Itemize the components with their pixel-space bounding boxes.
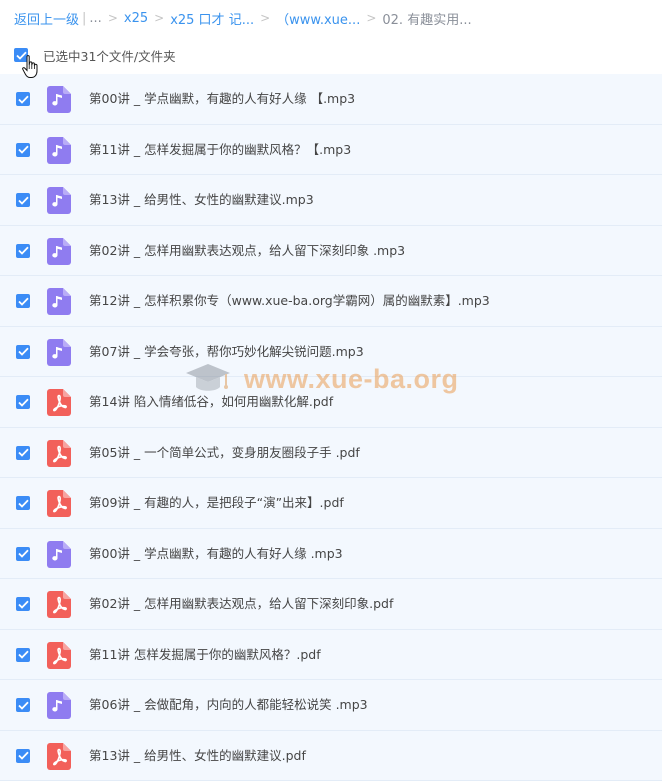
file-type-icon: [47, 389, 71, 416]
file-checkbox[interactable]: [16, 92, 30, 106]
breadcrumb-separator: >: [154, 11, 164, 25]
file-type-icon: [47, 86, 71, 113]
breadcrumb-separator: >: [366, 11, 376, 25]
pdf-file-icon: [47, 389, 71, 416]
file-name[interactable]: 第02讲 _ 怎样用幽默表达观点，给人留下深刻印象.pdf: [89, 595, 393, 613]
file-row[interactable]: 第09讲 _ 有趣的人，是把段子“演”出来】.pdf: [0, 478, 662, 529]
breadcrumb-item[interactable]: （www.xue...: [276, 9, 360, 28]
check-icon: [18, 297, 29, 306]
check-icon: [18, 196, 29, 205]
file-row[interactable]: 第12讲 _ 怎样积累你专（www.xue-ba.org学霸网）属的幽默素】.m…: [0, 276, 662, 327]
check-icon: [18, 600, 29, 609]
file-row[interactable]: 第00讲 _ 学点幽默，有趣的人有好人缘 .mp3: [0, 529, 662, 580]
pdf-file-icon: [47, 591, 71, 618]
pdf-file-icon: [47, 642, 71, 669]
file-name[interactable]: 第02讲 _ 怎样用幽默表达观点，给人留下深刻印象 .mp3: [89, 242, 405, 260]
file-type-icon: [47, 490, 71, 517]
file-type-icon: [47, 541, 71, 568]
file-checkbox[interactable]: [16, 698, 30, 712]
file-row[interactable]: 第07讲 _ 学会夸张，帮你巧妙化解尖锐问题.mp3: [0, 327, 662, 378]
file-checkbox[interactable]: [16, 749, 30, 763]
pdf-file-icon: [47, 440, 71, 467]
file-type-icon: [47, 288, 71, 315]
check-icon: [18, 448, 29, 457]
file-type-icon: [47, 692, 71, 719]
breadcrumb-ellipsis[interactable]: ...: [89, 11, 101, 26]
file-checkbox[interactable]: [16, 496, 30, 510]
check-icon: [18, 650, 29, 659]
file-type-icon: [47, 339, 71, 366]
audio-file-icon: [47, 187, 71, 214]
file-name[interactable]: 第07讲 _ 学会夸张，帮你巧妙化解尖锐问题.mp3: [89, 343, 364, 361]
file-name[interactable]: 第09讲 _ 有趣的人，是把段子“演”出来】.pdf: [89, 494, 344, 512]
breadcrumb-current: 02. 有趣实用...: [382, 9, 471, 28]
file-name[interactable]: 第11讲 怎样发掘属于你的幽默风格？.pdf: [89, 646, 321, 664]
file-row[interactable]: 第13讲 _ 给男性、女性的幽默建议.mp3: [0, 175, 662, 226]
audio-file-icon: [47, 86, 71, 113]
breadcrumb: 返回上一级 | ... > x25 > x25 口才 记... > （www.x…: [14, 9, 472, 27]
breadcrumb-divider: |: [82, 11, 86, 26]
file-row[interactable]: 第11讲 怎样发掘属于你的幽默风格？.pdf: [0, 630, 662, 681]
file-name[interactable]: 第05讲 _ 一个简单公式，变身朋友圈段子手 .pdf: [89, 444, 360, 462]
audio-file-icon: [47, 541, 71, 568]
file-name[interactable]: 第13讲 _ 给男性、女性的幽默建议.pdf: [89, 747, 306, 765]
file-checkbox[interactable]: [16, 446, 30, 460]
file-checkbox[interactable]: [16, 597, 30, 611]
file-row[interactable]: 第13讲 _ 给男性、女性的幽默建议.pdf: [0, 731, 662, 781]
file-name[interactable]: 第14讲 陷入情绪低谷，如何用幽默化解.pdf: [89, 393, 333, 411]
pdf-file-icon: [47, 490, 71, 517]
breadcrumb-separator: >: [108, 11, 118, 25]
file-type-icon: [47, 187, 71, 214]
check-icon: [18, 549, 29, 558]
file-checkbox[interactable]: [16, 193, 30, 207]
file-name[interactable]: 第00讲 _ 学点幽默，有趣的人有好人缘 .mp3: [89, 545, 343, 563]
check-icon: [18, 701, 29, 710]
file-row[interactable]: 第11讲 _ 怎样发掘属于你的幽默风格？【.mp3: [0, 125, 662, 176]
file-checkbox[interactable]: [16, 547, 30, 561]
audio-file-icon: [47, 137, 71, 164]
file-checkbox[interactable]: [16, 294, 30, 308]
audio-file-icon: [47, 288, 71, 315]
file-row[interactable]: 第06讲 _ 会做配角，内向的人都能轻松说笑 .mp3: [0, 680, 662, 731]
hand-cursor-icon: [21, 54, 41, 80]
check-icon: [18, 398, 29, 407]
file-checkbox[interactable]: [16, 648, 30, 662]
audio-file-icon: [47, 339, 71, 366]
file-type-icon: [47, 642, 71, 669]
file-checkbox[interactable]: [16, 143, 30, 157]
back-link[interactable]: 返回上一级: [14, 9, 79, 28]
breadcrumb-item[interactable]: x25: [124, 11, 148, 26]
file-row[interactable]: 第05讲 _ 一个简单公式，变身朋友圈段子手 .pdf: [0, 428, 662, 479]
file-name[interactable]: 第13讲 _ 给男性、女性的幽默建议.mp3: [89, 191, 314, 209]
file-type-icon: [47, 591, 71, 618]
check-icon: [18, 499, 29, 508]
check-icon: [18, 347, 29, 356]
pdf-file-icon: [47, 743, 71, 770]
check-icon: [18, 751, 29, 760]
file-row[interactable]: 第00讲 _ 学点幽默，有趣的人有好人缘 【.mp3: [0, 74, 662, 125]
audio-file-icon: [47, 692, 71, 719]
breadcrumb-item[interactable]: x25 口才 记...: [170, 9, 254, 28]
file-type-icon: [47, 440, 71, 467]
file-type-icon: [47, 137, 71, 164]
file-name[interactable]: 第11讲 _ 怎样发掘属于你的幽默风格？【.mp3: [89, 141, 351, 159]
check-icon: [18, 95, 29, 104]
file-row[interactable]: 第02讲 _ 怎样用幽默表达观点，给人留下深刻印象 .mp3: [0, 226, 662, 277]
file-checkbox[interactable]: [16, 244, 30, 258]
breadcrumb-separator: >: [260, 11, 270, 25]
file-list: 第00讲 _ 学点幽默，有趣的人有好人缘 【.mp3 第11讲 _ 怎样发掘属于…: [0, 74, 662, 781]
file-name[interactable]: 第12讲 _ 怎样积累你专（www.xue-ba.org学霸网）属的幽默素】.m…: [89, 292, 490, 310]
file-name[interactable]: 第06讲 _ 会做配角，内向的人都能轻松说笑 .mp3: [89, 696, 368, 714]
file-type-icon: [47, 743, 71, 770]
file-checkbox[interactable]: [16, 395, 30, 409]
file-row[interactable]: 第02讲 _ 怎样用幽默表达观点，给人留下深刻印象.pdf: [0, 579, 662, 630]
check-icon: [18, 145, 29, 154]
audio-file-icon: [47, 238, 71, 265]
file-row[interactable]: 第14讲 陷入情绪低谷，如何用幽默化解.pdf: [0, 377, 662, 428]
file-name[interactable]: 第00讲 _ 学点幽默，有趣的人有好人缘 【.mp3: [89, 90, 355, 108]
check-icon: [18, 246, 29, 255]
file-checkbox[interactable]: [16, 345, 30, 359]
file-type-icon: [47, 238, 71, 265]
selection-count-label: 已选中31个文件/文件夹: [43, 46, 176, 65]
